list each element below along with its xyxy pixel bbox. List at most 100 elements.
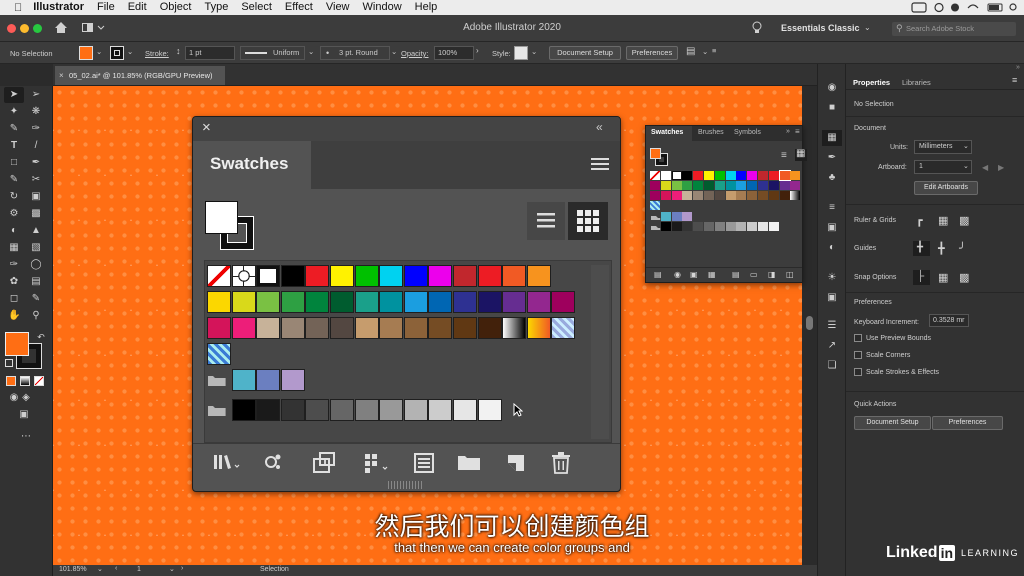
draw-mode-icon[interactable]: ◉ [8, 392, 20, 404]
tab-brushes[interactable]: Brushes [698, 129, 724, 136]
swatch[interactable] [403, 317, 428, 339]
gray-swatch[interactable] [704, 222, 714, 231]
color-group-folder-icon[interactable] [650, 213, 661, 223]
variable-width-profile[interactable]: Uniform [240, 46, 305, 60]
new-swatch-icon[interactable]: ◨ [768, 270, 776, 279]
document-setup-button[interactable]: Document Setup [549, 46, 621, 60]
scroll-thumb[interactable] [806, 316, 813, 330]
color-guide-icon[interactable]: ■ [825, 102, 839, 114]
swap-fill-stroke-icon[interactable]: ↶ [35, 331, 47, 343]
hand-tool-icon[interactable]: ✋ [8, 310, 20, 322]
swatch[interactable] [231, 291, 256, 313]
menu-window[interactable]: Window [363, 0, 402, 15]
trash-icon[interactable]: ◫ [786, 270, 794, 279]
rulers-icon[interactable]: ┏ [916, 214, 923, 227]
swatch[interactable] [790, 181, 801, 190]
swatch[interactable] [526, 291, 551, 313]
swatch[interactable] [453, 265, 477, 287]
menu-type[interactable]: Type [204, 0, 228, 15]
edit-artboards-button[interactable]: Edit Artboards [914, 181, 978, 195]
perspective-grid-icon[interactable]: ▦ [8, 242, 20, 254]
eraser-icon[interactable]: ✂ [30, 174, 42, 186]
swatch-options-grid-icon[interactable] [363, 452, 391, 479]
swatch[interactable] [768, 181, 779, 190]
resize-grip[interactable] [388, 481, 423, 489]
floating-panel-header[interactable]: × « [193, 117, 620, 141]
menu-effect[interactable]: Effect [285, 0, 313, 15]
swatch[interactable] [768, 191, 779, 200]
transparency-panel-icon[interactable]: ◐ [825, 242, 839, 254]
swatch[interactable] [403, 291, 428, 313]
swatches-panel-icon[interactable]: ▦ [825, 132, 839, 144]
rectangle-tool-icon[interactable]: □ [8, 157, 20, 169]
chevron-down-icon[interactable]: ⌄ [169, 565, 175, 573]
swatch[interactable] [330, 317, 354, 339]
swatch[interactable] [330, 265, 354, 287]
swatch[interactable] [354, 291, 379, 313]
artboard-dropdown[interactable]: 1 ⌄ [914, 160, 972, 174]
swatch[interactable] [725, 171, 736, 180]
fill-swatch-large[interactable] [205, 201, 238, 234]
gray-swatch[interactable] [660, 222, 671, 231]
group-swatch[interactable] [256, 369, 281, 391]
fill-color-swatch[interactable] [79, 46, 93, 60]
lock-guides-icon[interactable]: ╋ [938, 242, 945, 255]
swatch[interactable] [671, 181, 682, 190]
selection-tool-icon[interactable]: ➤ [8, 89, 20, 101]
magic-wand-icon[interactable]: ✦ [8, 106, 20, 118]
gray-swatch[interactable] [403, 399, 428, 421]
list-view-button[interactable] [527, 202, 565, 240]
graph-tool-icon[interactable]: ▤ [30, 276, 42, 288]
graphic-styles-icon[interactable]: ▣ [825, 292, 839, 304]
stroke-weight-field[interactable]: 1 pt [185, 46, 235, 60]
gradient-tool-icon[interactable]: ▧ [30, 242, 42, 254]
gradient-swatch[interactable] [526, 317, 551, 339]
swatch[interactable] [379, 317, 404, 339]
swatch[interactable] [453, 291, 477, 313]
swatch[interactable] [704, 171, 714, 180]
swatch[interactable] [758, 171, 768, 180]
swatch[interactable] [778, 170, 791, 181]
stroke-panel-icon[interactable]: ≡ [825, 202, 839, 214]
show-swatch-kinds-icon[interactable] [263, 452, 283, 477]
chevron-down-icon[interactable]: ⌄ [97, 565, 103, 573]
panel-menu-icon[interactable]: ≡ [712, 46, 716, 55]
gradient-swatch[interactable] [790, 191, 801, 200]
gray-swatch[interactable] [379, 399, 404, 421]
swatch[interactable] [354, 317, 379, 339]
menu-object[interactable]: Object [160, 0, 192, 15]
panel-menu-icon[interactable]: ≡ [1012, 75, 1017, 85]
units-dropdown[interactable]: Millimeters ⌄ [914, 140, 972, 154]
swatch[interactable] [477, 291, 502, 313]
grid-view-toggle[interactable]: ▦ [795, 148, 807, 161]
group-swatch[interactable] [231, 369, 256, 391]
preferences-button[interactable]: Preferences [626, 46, 678, 60]
swatch[interactable] [305, 317, 330, 339]
swatch[interactable] [704, 191, 714, 200]
pen-tool-icon[interactable]: ✎ [8, 123, 20, 135]
pattern-swatch[interactable] [207, 343, 231, 365]
width-tool-icon[interactable]: ⚙ [8, 208, 20, 220]
swatch[interactable] [704, 181, 714, 190]
fill-color-box[interactable] [5, 332, 29, 356]
artboards-panel-icon[interactable]: ❏ [825, 360, 839, 372]
color-group-folder-icon[interactable] [207, 373, 227, 389]
pattern-swatch[interactable] [650, 201, 660, 210]
chevron-down-icon[interactable]: ⌄ [702, 47, 708, 56]
export-icon[interactable]: ↗ [825, 340, 839, 352]
chevron-down-icon[interactable]: ⌄ [308, 47, 314, 56]
swatch[interactable] [779, 191, 790, 200]
smart-guides-icon[interactable]: ╯ [959, 242, 966, 255]
open-group-icon[interactable]: ▣ [690, 270, 698, 279]
swatch[interactable] [428, 265, 453, 287]
zoom-level[interactable]: 101.85% [59, 566, 87, 573]
library-menu-icon[interactable]: ▤ [654, 270, 662, 279]
swatch[interactable] [693, 181, 704, 190]
scale-corners-checkbox[interactable] [854, 351, 862, 359]
artboard-number[interactable]: 1 [137, 566, 141, 573]
swatch[interactable] [379, 265, 404, 287]
more-tools-icon[interactable]: ⋯ [20, 431, 32, 443]
panel-menu-icon[interactable] [590, 155, 610, 173]
registration-swatch[interactable] [660, 171, 671, 180]
swatch[interactable] [477, 265, 502, 287]
